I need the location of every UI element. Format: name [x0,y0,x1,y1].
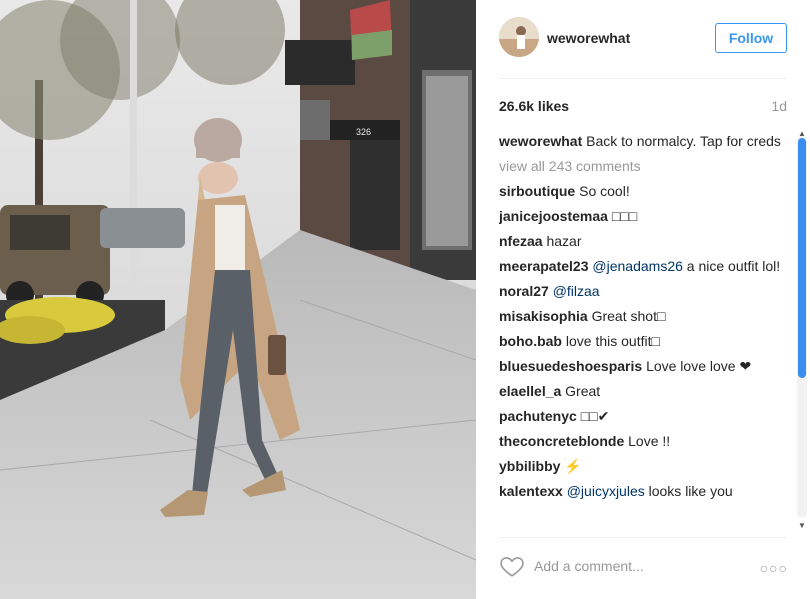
post-header: weworewhat Follow [476,0,810,78]
follow-button[interactable]: Follow [715,23,787,53]
comment-item: elaellel_a Great [499,382,781,400]
post-age[interactable]: 1d [771,98,787,114]
comment-username[interactable]: sirboutique [499,183,575,199]
comment-item: noral27 @filzaa [499,282,781,300]
comment-text: Love love love ❤ [646,358,752,374]
comment-text: ⚡ [564,458,582,474]
header-divider [499,78,787,79]
svg-text:326: 326 [356,127,371,137]
comment-text: a nice outfit lol! [686,258,781,274]
comment-username[interactable]: nfezaa [499,233,543,249]
comment-text: love this outfit□ [565,333,660,349]
comment-text: So cool! [579,183,630,199]
caption-username[interactable]: weworewhat [499,133,582,149]
comment-item: pachutenyc □□✔ [499,407,781,425]
comment-username[interactable]: pachutenyc [499,408,577,424]
likes-count[interactable]: 26.6k likes [499,98,569,114]
comment-username[interactable]: elaellel_a [499,383,561,399]
comment-item: boho.bab love this outfit□ [499,332,781,350]
comments-list[interactable]: weworewhat Back to normalcy. Tap for cre… [499,132,781,532]
comment-mention-link[interactable]: @jenadams26 [592,258,683,274]
comment-item: theconcreteblonde Love !! [499,432,781,450]
instagram-post-modal: 326 weworewhat Follow 26.6k likes 1d wew… [0,0,810,599]
comment-username[interactable]: meerapatel23 [499,258,589,274]
comment-item: kalentexx @juicyxjules looks like you [499,482,781,500]
comment-text: Love !! [628,433,671,449]
comment-text: hazar [546,233,582,249]
comment-username[interactable]: janicejoostemaa [499,208,608,224]
avatar[interactable] [499,17,539,57]
comment-item: bluesuedeshoesparis Love love love ❤ [499,357,781,375]
comment-username[interactable]: ybbilibby [499,458,560,474]
comment-item: nfezaa hazar [499,232,781,250]
comment-item: misakisophia Great shot□ [499,307,781,325]
comment-text: Great shot□ [591,308,666,324]
comment-text: Great [565,383,601,399]
comment-username[interactable]: kalentexx [499,483,563,499]
comment-mention-link[interactable]: @juicyxjules [567,483,645,499]
caption: weworewhat Back to normalcy. Tap for cre… [499,132,781,150]
view-all-comments-link[interactable]: view all 243 comments [499,157,781,175]
comment-item: meerapatel23 @jenadams26 a nice outfit l… [499,257,781,275]
comment-item: sirboutique So cool! [499,182,781,200]
comment-username[interactable]: theconcreteblonde [499,433,624,449]
comment-item: ybbilibby ⚡ [499,457,781,475]
comments-scrollbar[interactable]: ▲ ▼ [795,130,810,532]
add-comment-bar: Add a comment... ○○○ [499,543,810,589]
scroll-down-arrow-icon[interactable]: ▼ [797,522,807,530]
comment-username[interactable]: misakisophia [499,308,588,324]
post-username[interactable]: weworewhat [547,30,630,46]
comments-divider [499,537,787,538]
caption-text: Back to normalcy. Tap for creds [586,133,781,149]
comment-text: looks like you [648,483,733,499]
comment-text: □□□ [611,208,638,224]
comment-mention-link[interactable]: @filzaa [553,283,600,299]
comment-username[interactable]: noral27 [499,283,549,299]
post-photo[interactable]: 326 [0,0,476,599]
comment-item: janicejoostemaa □□□ [499,207,781,225]
heart-icon[interactable] [499,553,525,579]
comment-username[interactable]: bluesuedeshoesparis [499,358,642,374]
add-comment-input[interactable]: Add a comment... [534,558,644,574]
scrollbar-thumb[interactable] [798,138,806,378]
comment-text: □□✔ [580,408,610,424]
ellipsis-icon[interactable]: ○○○ [760,560,788,576]
comment-username[interactable]: boho.bab [499,333,562,349]
post-side-panel: weworewhat Follow 26.6k likes 1d weworew… [476,0,810,599]
